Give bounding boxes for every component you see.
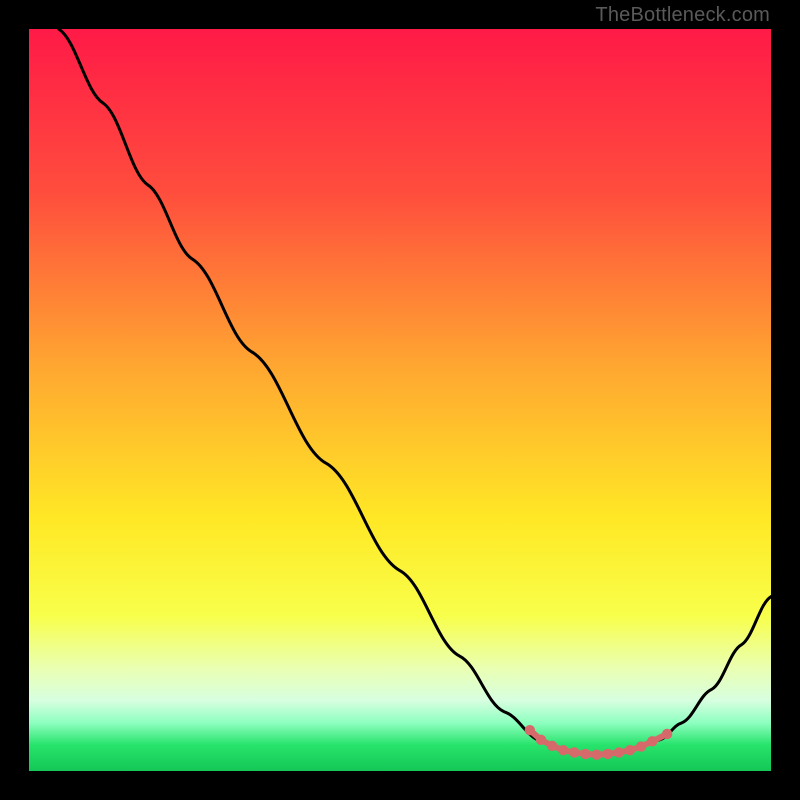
chart-frame: TheBottleneck.com (0, 0, 800, 800)
plot-area (29, 29, 771, 771)
curve (59, 29, 771, 755)
watermark: TheBottleneck.com (595, 4, 770, 27)
highlight-dots (525, 725, 673, 760)
curve-layer (29, 29, 771, 771)
